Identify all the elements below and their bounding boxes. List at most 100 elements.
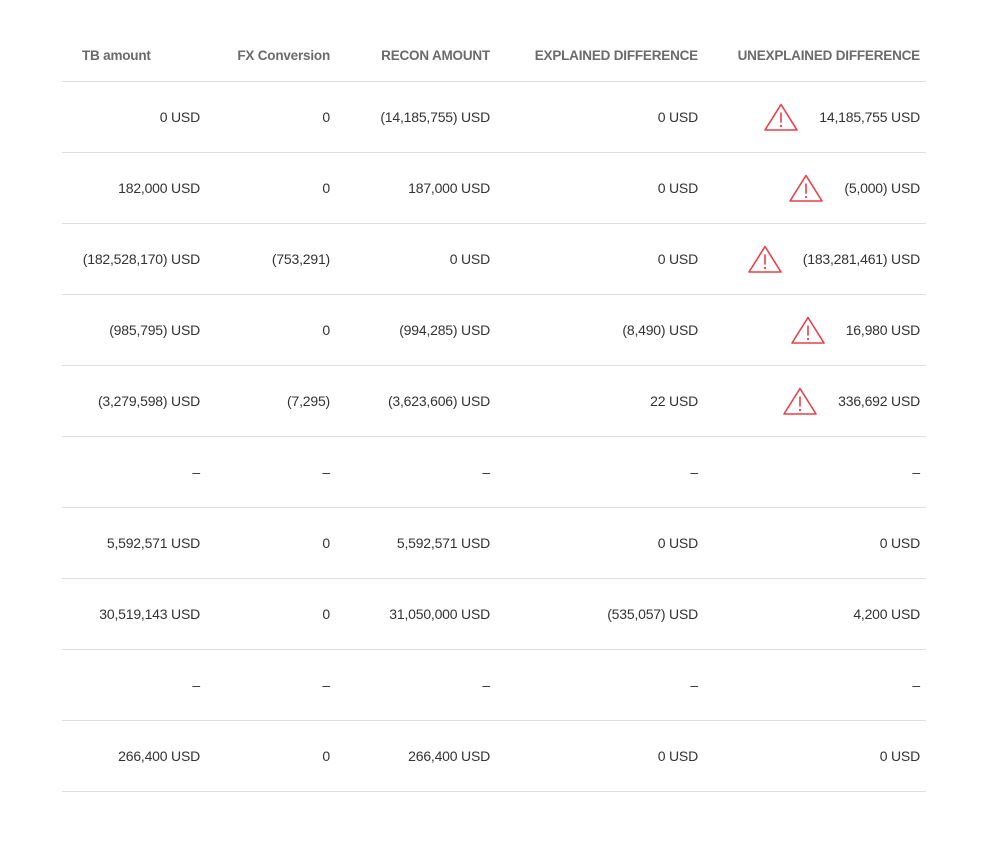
cell-explained-difference: 0 USD — [496, 535, 704, 551]
cell-recon-amount-value: (994,285) USD — [399, 322, 490, 338]
cell-explained-difference: (8,490) USD — [496, 322, 704, 338]
cell-unexplained-difference: 16,980 USD — [704, 315, 926, 345]
cell-explained-difference: 22 USD — [496, 393, 704, 409]
cell-recon-amount-value: 31,050,000 USD — [389, 606, 490, 622]
table-row[interactable]: (985,795) USD 0 (994,285) USD (8,490) USD 16… — [62, 295, 926, 366]
cell-recon-amount: – — [336, 826, 496, 832]
cell-recon-amount: 266,400 USD — [336, 748, 496, 764]
cell-recon-amount: (14,185,755) USD — [336, 109, 496, 125]
cell-fx-conversion: 0 — [206, 748, 336, 764]
cell-unexplained-difference: 4,200 USD — [704, 606, 926, 622]
cell-unexplained-difference: – — [704, 826, 926, 832]
cell-tb-amount-value: (985,795) USD — [109, 322, 200, 338]
cell-fx-conversion: 0 — [206, 109, 336, 125]
cell-fx-conversion: – — [206, 677, 336, 693]
table-row[interactable]: ––––– — [62, 437, 926, 508]
cell-fx-conversion-value: 0 — [322, 535, 330, 551]
cell-unexplained-difference-value: 4,200 USD — [853, 606, 920, 622]
cell-tb-amount-value: 266,400 USD — [118, 748, 200, 764]
header-recon-amount[interactable]: RECON AMOUNT — [336, 48, 496, 63]
header-tb-amount[interactable]: TB amount — [62, 48, 206, 63]
cell-explained-difference: 0 USD — [496, 251, 704, 267]
warning-triangle-icon[interactable] — [790, 315, 826, 345]
cell-recon-amount-value: 0 USD — [449, 251, 490, 267]
cell-explained-difference-value: 0 USD — [657, 748, 698, 764]
cell-unexplained-difference: – — [704, 677, 926, 693]
cell-fx-conversion-value: – — [322, 677, 330, 693]
table-row[interactable]: (182,528,170) USD (753,291) 0 USD 0 USD (183… — [62, 224, 926, 295]
header-unexplained-difference[interactable]: UNEXPLAINED DIFFERENCE — [704, 48, 926, 63]
cell-tb-amount: 182,000 USD — [62, 180, 206, 196]
warning-triangle-icon[interactable] — [788, 173, 824, 203]
header-fx-conversion[interactable]: FX Conversion — [206, 48, 336, 63]
table-row[interactable]: 30,519,143 USD 0 31,050,000 USD (535,057) U… — [62, 579, 926, 650]
cell-recon-amount-value: – — [482, 464, 490, 480]
table-row[interactable]: 5,592,571 USD 0 5,592,571 USD 0 USD 0 USD — [62, 508, 926, 579]
cell-recon-amount-value: 187,000 USD — [408, 180, 490, 196]
cell-fx-conversion: (753,291) — [206, 251, 336, 267]
cell-fx-conversion: 0 — [206, 535, 336, 551]
cell-tb-amount-value: 0 USD — [159, 109, 200, 125]
table-row[interactable]: 0 USD 0 (14,185,755) USD 0 USD 14,185,755 US… — [62, 82, 926, 153]
cell-recon-amount: 0 USD — [336, 251, 496, 267]
cell-unexplained-difference: – — [704, 464, 926, 480]
cell-explained-difference-value: – — [690, 464, 698, 480]
cell-unexplained-difference-value: (5,000) USD — [844, 180, 920, 196]
cell-tb-amount: – — [62, 826, 206, 832]
cell-recon-amount-value: (3,623,606) USD — [387, 393, 490, 409]
cell-tb-amount: (985,795) USD — [62, 322, 206, 338]
table-row[interactable]: (3,279,598) USD (7,295) (3,623,606) USD 22 … — [62, 366, 926, 437]
cell-explained-difference-value: (8,490) USD — [622, 322, 698, 338]
cell-unexplained-difference-value: 0 USD — [879, 535, 920, 551]
table-row[interactable]: ––––– — [62, 792, 926, 832]
cell-recon-amount-value: 5,592,571 USD — [396, 535, 490, 551]
header-explained-difference[interactable]: EXPLAINED DIFFERENCE — [496, 48, 704, 63]
cell-explained-difference-value: 0 USD — [657, 109, 698, 125]
cell-explained-difference-value: 0 USD — [657, 251, 698, 267]
cell-explained-difference: 0 USD — [496, 748, 704, 764]
cell-explained-difference: 0 USD — [496, 180, 704, 196]
warning-triangle-icon[interactable] — [763, 102, 799, 132]
cell-fx-conversion: 0 — [206, 606, 336, 622]
cell-unexplained-difference-value: – — [912, 677, 920, 693]
warning-triangle-icon[interactable] — [747, 244, 783, 274]
cell-recon-amount: – — [336, 464, 496, 480]
table-row[interactable]: 266,400 USD 0 266,400 USD 0 USD 0 USD — [62, 721, 926, 792]
cell-tb-amount-value: – — [192, 464, 200, 480]
cell-recon-amount: (3,623,606) USD — [336, 393, 496, 409]
cell-fx-conversion-value: (753,291) — [271, 251, 330, 267]
cell-recon-amount-value: (14,185,755) USD — [380, 109, 490, 125]
cell-explained-difference: 0 USD — [496, 109, 704, 125]
table-row[interactable]: 182,000 USD 0 187,000 USD 0 USD (5,000) USD — [62, 153, 926, 224]
cell-unexplained-difference: 336,692 USD — [704, 386, 926, 416]
cell-unexplained-difference: 14,185,755 USD — [704, 102, 926, 132]
cell-fx-conversion-value: 0 — [322, 748, 330, 764]
cell-explained-difference: – — [496, 826, 704, 832]
cell-tb-amount: (182,528,170) USD — [62, 251, 206, 267]
cell-unexplained-difference-value: 16,980 USD — [845, 322, 920, 338]
cell-fx-conversion-value: (7,295) — [287, 393, 330, 409]
table-header: TB amount FX Conversion RECON AMOUNT EXP… — [62, 30, 926, 82]
cell-recon-amount: 187,000 USD — [336, 180, 496, 196]
cell-recon-amount-value: – — [482, 677, 490, 693]
cell-tb-amount-value: (182,528,170) USD — [82, 251, 200, 267]
cell-fx-conversion-value: – — [322, 826, 330, 832]
cell-tb-amount: 266,400 USD — [62, 748, 206, 764]
cell-tb-amount-value: – — [192, 677, 200, 693]
cell-fx-conversion-value: 0 — [322, 322, 330, 338]
cell-recon-amount: – — [336, 677, 496, 693]
warning-triangle-icon[interactable] — [782, 386, 818, 416]
cell-recon-amount: (994,285) USD — [336, 322, 496, 338]
cell-explained-difference-value: 22 USD — [650, 393, 698, 409]
cell-tb-amount: 30,519,143 USD — [62, 606, 206, 622]
cell-fx-conversion: 0 — [206, 322, 336, 338]
cell-unexplained-difference-value: – — [912, 464, 920, 480]
cell-fx-conversion-value: 0 — [322, 606, 330, 622]
cell-recon-amount: 31,050,000 USD — [336, 606, 496, 622]
table-row[interactable]: ––––– — [62, 650, 926, 721]
cell-tb-amount: – — [62, 677, 206, 693]
cell-unexplained-difference: (183,281,461) USD — [704, 244, 926, 274]
cell-tb-amount: 0 USD — [62, 109, 206, 125]
cell-unexplained-difference-value: (183,281,461) USD — [802, 251, 920, 267]
table-body: 0 USD 0 (14,185,755) USD 0 USD 14,185,755 US… — [62, 82, 926, 832]
